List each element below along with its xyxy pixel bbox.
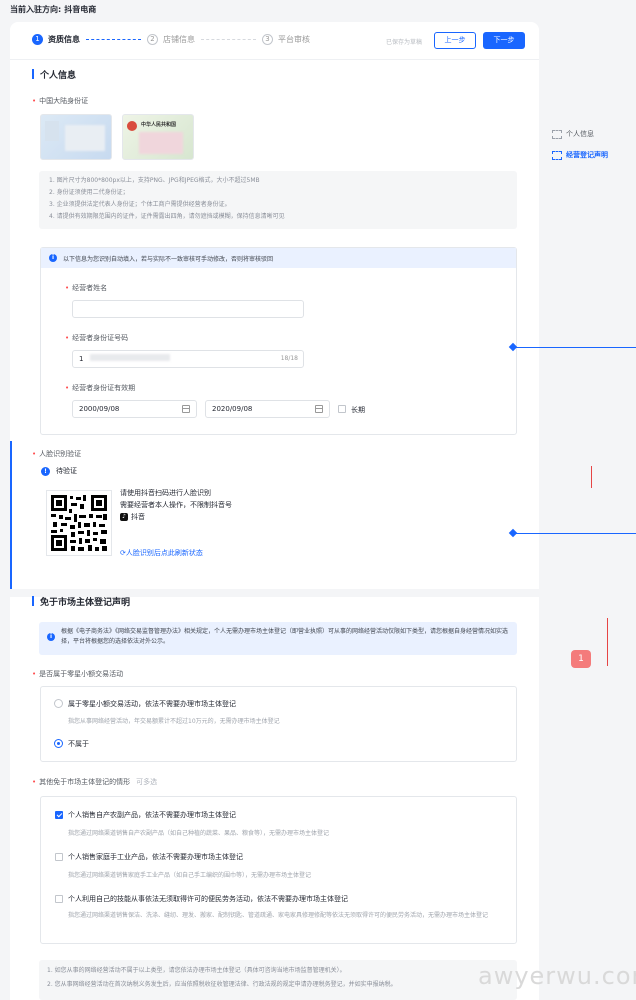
verify-status: ! 待验证 — [41, 466, 77, 476]
validity-start-input[interactable]: 2000/09/08 — [72, 400, 197, 418]
entry-direction: 当前入驻方向: 抖音电商 — [10, 5, 97, 14]
radio-small-trade-no[interactable] — [54, 739, 63, 748]
agri-products-label: 个人销售自产农副产品，依法不需要办理市场主体登记 — [68, 811, 236, 819]
app-tag: ♪ 抖音 — [120, 512, 145, 522]
id-validity-label: • 经营者身份证有效期 — [65, 384, 136, 392]
blurred-info — [65, 125, 105, 151]
id-number-input[interactable]: 1 18/18 — [72, 350, 304, 368]
masked-id — [89, 354, 170, 361]
annotation-mark — [607, 618, 608, 666]
labor-service-label: 个人利用自己的技能从事依法无须取得许可的便民劳务活动，依法不需要办理市场主体登记 — [68, 895, 348, 903]
labor-service-desc: 指您通过网络渠道销售保洁、洗涤、缝纫、理发、搬家、配制钥匙、管道疏通、家电家具修… — [68, 912, 489, 919]
main-card: 1 资质信息 2 店铺信息 3 平台审核 已保存为草稿 上一步 下一步 个人信息… — [10, 22, 539, 1000]
prev-button[interactable]: 上一步 — [434, 32, 476, 49]
upload-tips: 1. 图片尺寸为800*800px以上，支持PNG、JPG和JPEG格式，大小不… — [39, 171, 517, 229]
handicraft-desc: 指您通过网络渠道销售家庭手工业产品（如自己手工编织的围巾等），无需办理市场主体登… — [68, 872, 312, 879]
annotation-mark — [591, 466, 592, 488]
scan-requirement: 需要经营者本人操作，不限制抖音号 — [120, 501, 232, 509]
autosave-status: 已保存为草稿 — [386, 39, 423, 46]
handicraft-label: 个人销售家庭手工业产品，依法不需要办理市场主体登记 — [68, 853, 243, 861]
step-review[interactable]: 3 平台审核 — [262, 34, 310, 45]
personal-info-title: 个人信息 — [40, 71, 77, 81]
emblem-icon — [127, 121, 137, 131]
checkbox-agri-products[interactable] — [55, 811, 63, 819]
small-trade-question: • 是否属于零星小额交易活动 — [32, 670, 124, 678]
info-icon: i — [47, 633, 55, 641]
longterm-label: 长期 — [351, 406, 365, 414]
step-connector — [201, 39, 256, 40]
annotation-badge: 1 — [571, 650, 591, 668]
validity-end-input[interactable]: 2020/09/08 — [205, 400, 330, 418]
checkbox-labor-service[interactable] — [55, 895, 63, 903]
other-exempt-question: • 其他免于市场主体登记的情形 可多选 — [32, 778, 158, 786]
operator-name-input[interactable] — [72, 300, 304, 318]
section-icon — [552, 150, 562, 160]
small-trade-yes-label: 属于零星小额交易活动，依法不需要办理市场主体登记 — [68, 700, 236, 708]
small-trade-no-label: 不属于 — [68, 740, 89, 748]
section-marker — [32, 596, 34, 606]
section-icon — [552, 129, 562, 139]
step-connector — [86, 39, 141, 40]
anchor-registration-declaration[interactable]: 经营登记声明 — [552, 150, 608, 160]
step-shop-info[interactable]: 2 店铺信息 — [147, 34, 195, 45]
small-trade-yes-desc: 指您从事网络经营活动，年交易额累计不超过10万元的，无需办理市场主体登记 — [68, 718, 280, 725]
refresh-status-link[interactable]: ⟳人脸识别后点此刷新状态 — [120, 548, 203, 558]
step-qualification[interactable]: 1 资质信息 — [32, 34, 80, 45]
divider — [10, 59, 539, 60]
ocr-notice: i 以下信息为您识别自动填入，若与实际不一致审核可手动修改，否则将审核驳回 — [41, 248, 516, 268]
id-number-label: • 经营者身份证号码 — [65, 334, 129, 342]
section-marker — [32, 69, 34, 79]
qr-code[interactable] — [46, 490, 112, 556]
pending-icon: ! — [41, 466, 50, 476]
exempt-title: 免于市场主体登记声明 — [40, 598, 131, 608]
douyin-icon: ♪ — [120, 513, 128, 521]
anchor-personal-info[interactable]: 个人信息 — [552, 129, 594, 139]
operator-name-label: • 经营者姓名 — [65, 284, 108, 292]
annotation-line — [516, 533, 636, 534]
calendar-icon — [182, 405, 190, 413]
id-card-back-upload[interactable]: 中华人民共和国 — [122, 114, 194, 160]
face-verify-label: • 人脸识别验证 — [32, 450, 82, 458]
stepper: 1 资质信息 2 店铺信息 3 平台审核 — [32, 34, 310, 45]
calendar-icon — [315, 405, 323, 413]
radio-small-trade-yes[interactable] — [54, 699, 63, 708]
annotation-line — [516, 347, 636, 348]
checkbox-handicraft[interactable] — [55, 853, 63, 861]
id-photo-placeholder — [45, 121, 59, 141]
info-icon: i — [49, 254, 57, 262]
agri-products-desc: 指您通过网络渠道销售自产农副产品（如自己种植的蔬菜、果品、粮食等），无需办理市场… — [68, 830, 330, 837]
blurred-info — [139, 132, 183, 154]
scan-instruction: 请使用抖音扫码进行人脸识别 — [120, 489, 211, 497]
watermark: awyerwu.com — [478, 962, 636, 990]
id-card-front-upload[interactable] — [40, 114, 112, 160]
id-card-label: • 中国大陆身份证 — [32, 97, 89, 105]
qr-code-icon — [51, 495, 107, 551]
longterm-checkbox[interactable] — [338, 405, 346, 413]
exempt-notice: i 根据《电子商务法》《网络交易监督管理办法》相关规定，个人无需办理市场主体登记… — [39, 622, 517, 655]
next-button[interactable]: 下一步 — [483, 32, 525, 49]
exempt-footer-notes: 1. 如您从事的网络经营活动不属于以上类型，请您依法办理市场主体登记（具体可咨询… — [39, 960, 517, 1000]
